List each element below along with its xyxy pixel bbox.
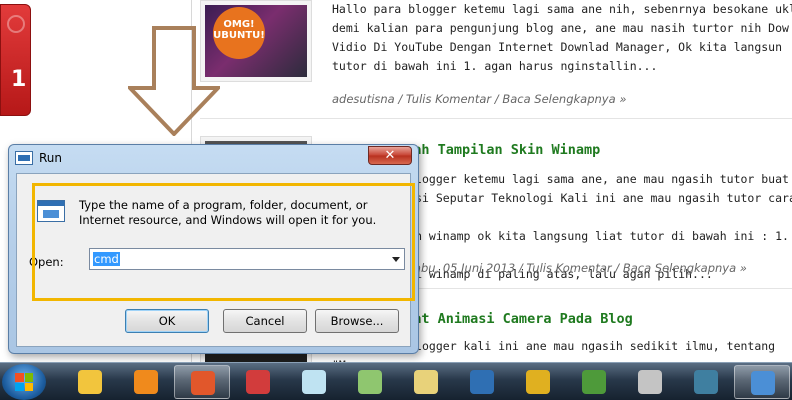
media-player-icon <box>638 370 662 394</box>
taskbar-vlc-button[interactable] <box>118 365 174 399</box>
browse-button[interactable]: Browse... <box>315 309 399 333</box>
snipping-tool-icon <box>246 370 270 394</box>
taskbar-firefox-button[interactable] <box>174 365 230 399</box>
photoshop-icon <box>470 370 494 394</box>
notepad-plus-plus-icon <box>358 370 382 394</box>
windows-logo-icon <box>15 373 33 391</box>
taskbar-winamp-button[interactable] <box>510 365 566 399</box>
close-button[interactable]: ✕ <box>368 146 412 165</box>
start-button[interactable] <box>2 364 46 400</box>
post-thumbnail[interactable]: OMG! UBUNTU! <box>200 0 312 82</box>
taskbar-notepad-button[interactable] <box>286 365 342 399</box>
run-window-icon <box>751 371 775 395</box>
run-dialog: Run ✕ Type the name of a program, folder… <box>8 144 419 354</box>
winamp-icon <box>526 370 550 394</box>
taskbar-windows-explorer-button[interactable] <box>62 365 118 399</box>
taskbar-photoshop-button[interactable] <box>454 365 510 399</box>
post-meta[interactable]: adesutisna / Tulis Komentar / Baca Selen… <box>332 92 626 106</box>
taskbar-notepad-plus-plus-button[interactable] <box>342 365 398 399</box>
taskbar-document-viewer-button[interactable] <box>678 365 734 399</box>
document-viewer-icon <box>694 370 718 394</box>
ok-button[interactable]: OK <box>125 309 209 333</box>
taskbar <box>0 362 792 400</box>
cancel-button[interactable]: Cancel <box>223 309 307 333</box>
run-app-icon <box>15 151 33 165</box>
widget-logo-icon <box>7 15 25 33</box>
omg-ubuntu-logo: OMG! UBUNTU! <box>213 7 265 59</box>
run-title: Run <box>39 151 63 165</box>
paint-icon <box>414 370 438 394</box>
post-divider <box>200 118 792 119</box>
image-viewer-icon <box>582 370 606 394</box>
widget-number-icon: 1 <box>11 67 27 92</box>
post-excerpt: Hallo para blogger ketemu lagi sama ane … <box>332 2 792 73</box>
taskbar-image-viewer-button[interactable] <box>566 365 622 399</box>
run-titlebar[interactable]: Run ✕ <box>9 145 418 171</box>
windows-explorer-icon <box>78 370 102 394</box>
notepad-icon <box>302 370 326 394</box>
red-side-widget[interactable]: 1 <box>0 4 31 116</box>
taskbar-media-player-button[interactable] <box>622 365 678 399</box>
taskbar-snipping-tool-button[interactable] <box>230 365 286 399</box>
taskbar-run-window-button[interactable] <box>734 365 790 399</box>
highlight-box <box>32 183 415 301</box>
taskbar-paint-button[interactable] <box>398 365 454 399</box>
firefox-icon <box>191 371 215 395</box>
vlc-icon <box>134 370 158 394</box>
